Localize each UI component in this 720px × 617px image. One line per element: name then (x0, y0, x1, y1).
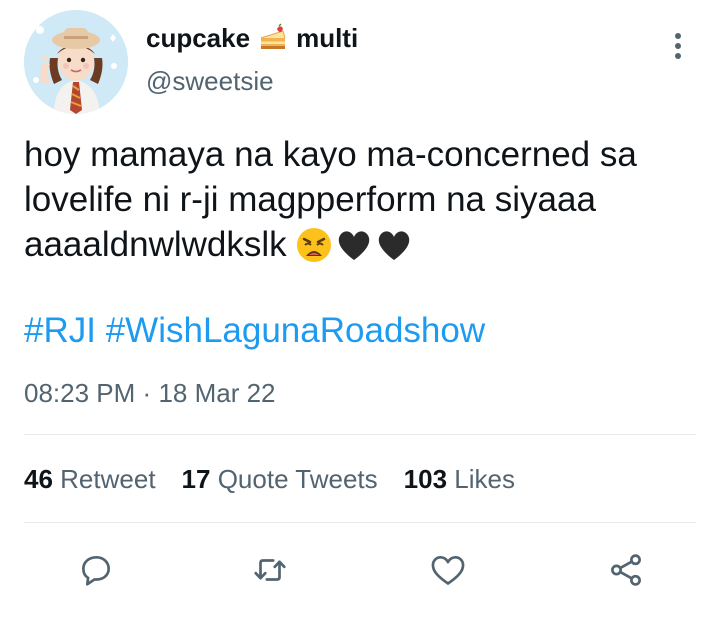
like-button[interactable] (424, 546, 472, 594)
divider (24, 434, 696, 435)
timestamp-time: 08:23 PM (24, 378, 136, 408)
quote-label: Quote Tweets (217, 464, 378, 494)
like-icon (431, 555, 465, 585)
user-handle[interactable]: @sweetsie (146, 66, 274, 97)
display-name[interactable]: cupcake multi (146, 20, 358, 56)
retweet-label: Retweet (60, 464, 156, 494)
quote-count-link[interactable]: 17 Quote Tweets (182, 464, 378, 495)
timestamp-date: 18 Mar 22 (158, 378, 276, 408)
retweet-button[interactable] (246, 546, 294, 594)
divider (24, 522, 696, 523)
tweet-text-line: lovelife ni r-ji magpperform na siyaaa (24, 180, 596, 219)
retweet-icon (254, 559, 286, 581)
like-label: Likes (454, 464, 515, 494)
tweet-text: hoy mamaya na kayo ma-concerned sa lovel… (24, 132, 694, 267)
action-bar (0, 546, 720, 596)
like-count: 103 (403, 464, 448, 494)
timestamp-separator: · (142, 378, 152, 408)
like-count-link[interactable]: 103 Likes (404, 464, 515, 495)
retweet-count: 46 (24, 464, 53, 494)
weary-face-emoji (296, 228, 331, 262)
cake-slice-icon (258, 23, 288, 53)
profile-avatar-image (24, 10, 128, 114)
engagement-stats: 46 Retweet 17 Quote Tweets 103 Likes (24, 464, 515, 495)
tweet-card: cupcake multi @sweetsie hoy mamaya na ka… (0, 0, 720, 617)
avatar[interactable] (24, 10, 128, 114)
display-name-text: cupcake (146, 22, 251, 53)
quote-count: 17 (181, 464, 211, 494)
share-button[interactable] (602, 546, 650, 594)
tweet-text-fragment: aaaaldnwlwdkslk (24, 225, 287, 264)
reply-icon (81, 555, 111, 586)
more-options-button[interactable] (664, 28, 692, 64)
black-heart-emoji (338, 231, 369, 260)
tweet-timestamp[interactable]: 08:23 PM · 18 Mar 22 (24, 378, 276, 409)
hashtags: #RJI #WishLagunaRoadshow (24, 308, 485, 353)
hashtag-link[interactable]: #WishLagunaRoadshow (106, 311, 485, 350)
reply-button[interactable] (72, 546, 120, 594)
share-icon (611, 554, 641, 586)
black-heart-emoji (378, 231, 409, 260)
tweet-text-line: hoy mamaya na kayo ma-concerned sa (24, 135, 637, 174)
hashtag-link[interactable]: #RJI (24, 311, 96, 350)
tweet-text-line-with-emoji: aaaaldnwlwdkslk (24, 222, 694, 267)
retweet-count-link[interactable]: 46 Retweet (24, 464, 156, 495)
more-vertical-icon (675, 33, 681, 59)
display-name-suffix: multi (296, 22, 359, 53)
